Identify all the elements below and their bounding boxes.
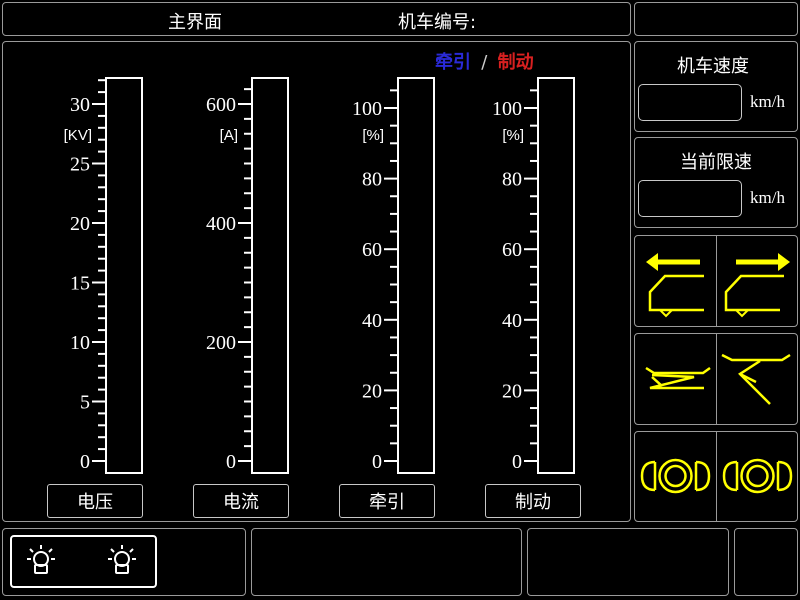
- braking-tick-label: 20: [502, 380, 522, 402]
- voltage-tick-label: 10: [70, 332, 90, 354]
- current-button[interactable]: 电流: [193, 484, 289, 518]
- braking-tick-label: 40: [502, 310, 522, 332]
- voltage-tick-label: 25: [70, 154, 90, 176]
- traction-tick-label: 80: [362, 169, 382, 191]
- voltage-tick-label: 5: [80, 392, 90, 414]
- current-tick-label: 0: [226, 451, 236, 473]
- speed-title: 机车速度: [677, 56, 749, 77]
- braking-tick-label: 0: [512, 451, 522, 473]
- footer-panel-3: [527, 528, 729, 596]
- braking-tick-label: 100: [492, 98, 522, 120]
- voltage-tick-label: 30: [70, 94, 90, 116]
- traction-tick-label: 0: [372, 451, 382, 473]
- direction-divider: [716, 236, 717, 326]
- traction-tick-label: 100: [352, 98, 382, 120]
- voltage-unit: [KV]: [64, 127, 92, 144]
- footer-panel-2: [251, 528, 522, 596]
- voltage-tick-label: 20: [70, 213, 90, 235]
- traction-bar: [397, 77, 435, 474]
- braking-tick-label: 60: [502, 239, 522, 261]
- braking-bar: [537, 77, 575, 474]
- voltage-tick-label: 15: [70, 273, 90, 295]
- traction-unit: [%]: [362, 127, 384, 144]
- footer-panel-4: [734, 528, 798, 596]
- current-bar: [251, 77, 289, 474]
- headlight-button[interactable]: [10, 535, 157, 588]
- speed-value-field: [638, 84, 742, 121]
- speed-limit-title: 当前限速: [680, 152, 752, 173]
- speed-unit: km/h: [750, 92, 785, 111]
- current-unit: [A]: [220, 127, 238, 144]
- speed-limit-value-field: [638, 180, 742, 217]
- speed-limit-unit: km/h: [750, 188, 785, 207]
- current-tick-label: 400: [206, 213, 236, 235]
- voltage-bar: [105, 77, 143, 474]
- traction-tick-label: 20: [362, 380, 382, 402]
- voltage-tick-label: 0: [80, 451, 90, 473]
- pantograph-divider: [716, 334, 717, 424]
- traction-tick-label: 40: [362, 310, 382, 332]
- current-tick-label: 200: [206, 332, 236, 354]
- braking-tick-label: 80: [502, 169, 522, 191]
- current-tick-label: 600: [206, 94, 236, 116]
- braking-button[interactable]: 制动: [485, 484, 581, 518]
- braking-unit: [%]: [502, 127, 524, 144]
- voltage-button[interactable]: 电压: [47, 484, 143, 518]
- traction-tick-label: 60: [362, 239, 382, 261]
- breaker-divider: [716, 432, 717, 521]
- traction-button[interactable]: 牵引: [339, 484, 435, 518]
